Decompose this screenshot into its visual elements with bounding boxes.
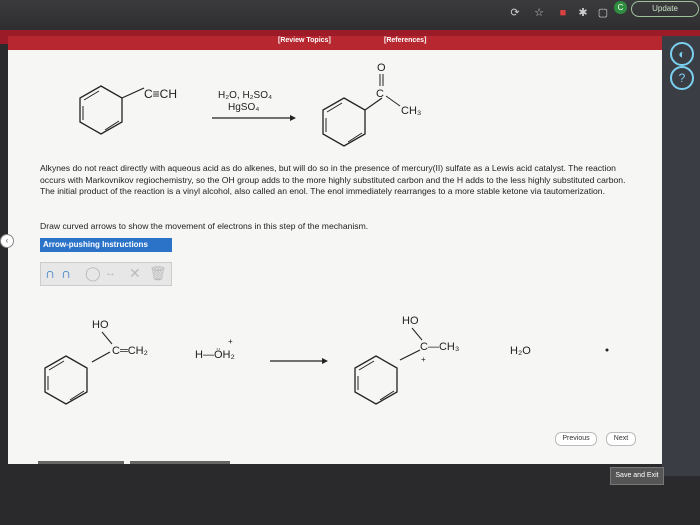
curved-arrow-icon[interactable]: ∩: [45, 265, 55, 281]
benzene-ring-enol: [44, 355, 88, 405]
delete-icon[interactable]: ✕: [129, 265, 141, 282]
hydroxyl-right: HO: [402, 315, 419, 327]
alkyne-group: C≡CH: [144, 87, 177, 101]
dot-marker: [605, 348, 609, 352]
hydroxyl-left: HO: [92, 319, 109, 331]
benzene-ring-right: [322, 97, 366, 147]
previous-button[interactable]: Previous: [555, 432, 597, 446]
help-icon[interactable]: ?: [670, 66, 694, 90]
carbocation: C—CH₃: [420, 341, 459, 353]
benzene-ring-cation: [354, 355, 398, 405]
puzzle-icon[interactable]: ✱: [576, 6, 590, 20]
drawing-toolbar: ∩ ∩ ◯ ↔ ✕ 🗑: [40, 262, 172, 286]
half-arrow-icon[interactable]: ∩: [61, 265, 71, 281]
window-icon[interactable]: ▢: [596, 6, 610, 20]
plus-charge-icon: +: [421, 355, 426, 364]
hydronium: H—ÖH₂: [195, 349, 235, 361]
benzene-ring-left: [79, 85, 123, 135]
enol-alkene: C═CH₂: [112, 345, 148, 357]
mechanism-canvas[interactable]: HO C═CH₂ H—ÖH₂ + HO C—CH₃ + H₂O: [30, 308, 630, 418]
reagents-top: H₂O, H₂SO₄: [218, 90, 272, 101]
instruction-text: Draw curved arrows to show the movement …: [40, 221, 369, 231]
reagents-bottom: HgSO₄: [228, 102, 259, 113]
tab-bar: [Review Topics] [References]: [8, 36, 662, 50]
update-button[interactable]: Update: [631, 1, 699, 17]
resize-icon[interactable]: ↔: [105, 267, 116, 279]
star-icon[interactable]: ☆: [532, 6, 546, 20]
progress-bar-left: [38, 461, 124, 464]
ketone-carbon: C: [376, 88, 384, 100]
explanation-text: Alkynes do not react directly with aqueo…: [40, 163, 626, 197]
ketone-oxygen: O: [377, 62, 386, 74]
ketone-methyl: CH₃: [401, 105, 421, 117]
plus-charge-icon: +: [228, 337, 233, 346]
save-exit-button[interactable]: Save and Exit: [610, 467, 664, 485]
reaction-scheme: C≡CH H₂O, H₂SO₄ HgSO₄ O C CH₃: [79, 62, 421, 147]
browser-toolbar: ⟳ ☆ ■ ✱ ▢ C Update: [0, 0, 700, 30]
refresh-icon[interactable]: ⟳: [508, 6, 522, 20]
collapse-left-icon[interactable]: ‹: [0, 234, 14, 248]
extension-icon[interactable]: ■: [556, 6, 570, 20]
water: H₂O: [510, 345, 531, 357]
chat-icon[interactable]: ◐: [670, 42, 694, 66]
trash-icon[interactable]: 🗑: [149, 265, 167, 282]
right-sidebar: [662, 36, 700, 476]
avatar[interactable]: C: [614, 1, 627, 14]
arrow-pushing-instructions-button[interactable]: Arrow-pushing Instructions: [40, 238, 172, 252]
next-button[interactable]: Next: [606, 432, 636, 446]
lasso-icon[interactable]: ◯: [85, 265, 101, 282]
review-topics-link[interactable]: [Review Topics]: [278, 37, 331, 44]
progress-bar-right: [130, 461, 230, 464]
references-link[interactable]: [References]: [384, 37, 426, 44]
